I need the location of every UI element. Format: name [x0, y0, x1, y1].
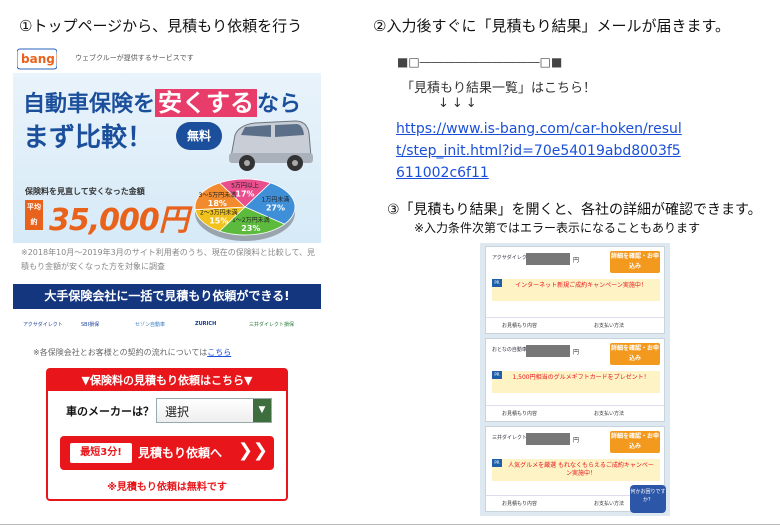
pr-badge: PR: [492, 459, 502, 467]
quote-request-button[interactable]: 最短3分! 見積もり依頼へ ❯❯: [60, 436, 274, 470]
promo-text: インターネット新規ご成約キャンペーン実施中！: [515, 282, 647, 289]
free-note: ※見積もり依頼は無料です: [107, 482, 227, 493]
card-links: お見積もり内容 お支払い方法: [486, 317, 664, 333]
average-saving-amount: 35,000円: [49, 203, 189, 238]
quote-details-link[interactable]: お見積もり内容: [502, 410, 537, 417]
promo-box: PR 1,500円相当のグルメギフトカードをプレゼント！: [492, 371, 660, 393]
price-unit: 円: [573, 349, 580, 356]
maker-select-value: 選択: [165, 405, 190, 419]
contract-link[interactable]: こちら: [207, 348, 231, 357]
price-unit: 円: [573, 257, 580, 264]
chevron-down-icon[interactable]: ▼: [253, 399, 271, 422]
maker-select[interactable]: 選択 ▼: [156, 398, 272, 423]
step3-caption: ③「見積もり結果」を開くと、各社の詳細が確認できます。: [387, 202, 762, 218]
step1-caption: ①トップページから、見積もり依頼を行う: [19, 17, 303, 35]
bottom-divider: [0, 524, 780, 525]
top-page-screenshot: bang! ウェブクルーが提供するサービスです 自動車保険を 安くする なら まず比…: [13, 43, 321, 505]
price-redacted: [526, 253, 570, 265]
payment-method-link[interactable]: お支払い方法: [594, 322, 624, 329]
pie-slice-percent: 27%: [266, 204, 285, 213]
pie-slice-label: 3〜5万円未満: [199, 191, 237, 199]
bang-logo[interactable]: bang!: [17, 47, 57, 71]
insurer-logos: アクサダイレクト SBI損保 セゾン自動車 ZURICH 三井ダイレクト損保: [23, 321, 313, 337]
details-apply-button[interactable]: 詳細を確認・お申込み: [610, 431, 660, 453]
card-links: お見積もり内容 お支払い方法: [486, 405, 664, 421]
details-apply-button[interactable]: 詳細を確認・お申込み: [610, 251, 660, 273]
site-header: bang! ウェブクルーが提供するサービスです: [13, 43, 321, 73]
free-badge: 無料: [176, 122, 222, 150]
results-screenshot: アクサダイレクト 円 詳細を確認・お申込み PR インターネット新規ご成約キャン…: [480, 243, 670, 516]
survey-note: ※2018年10月〜2019年3月のサイト利用者のうち、現在の保険料と比較して、…: [21, 248, 316, 271]
quote-card: おとなの自動車保険 円 詳細を確認・お申込み PR 1,500円相当のグルメギフ…: [485, 338, 665, 422]
saving-pie-chart: 5万円以上17% 1万円未満27% 1〜2万円未満23%2〜3万円未満15% 3〜5万…: [194, 178, 296, 241]
pie-slice-label: 5万円以上: [231, 182, 259, 190]
pie-slice-label: 2〜3万円未満: [200, 208, 238, 216]
down-arrows: ↓↓↓: [438, 96, 480, 111]
hero-prefix: 自動車保険を: [23, 92, 156, 117]
fastest-badge: 最短3分!: [70, 443, 132, 463]
pie-slice-percent: 23%: [241, 224, 260, 233]
form-header: ▼保険料の見積もり依頼はこちら▼: [48, 370, 286, 391]
promo-text: 1,500円相当のグルメギフトカードをプレゼント！: [512, 374, 650, 381]
promo-box: PR インターネット新規ご成約キャンペーン実施中！: [492, 279, 660, 301]
contract-note: ※各保険会社とお客様との契約の流れについてはこちら: [33, 347, 231, 358]
price-redacted: [526, 433, 570, 445]
contract-note-text: ※各保険会社とお客様との契約の流れについては: [33, 348, 208, 357]
pie-slice-label: 1〜2万円未満: [232, 216, 270, 224]
price-unit: 円: [573, 437, 580, 444]
pr-badge: PR: [492, 279, 502, 287]
minivan-image: [229, 120, 313, 171]
request-button-label: 見積もり依頼へ: [138, 446, 223, 460]
quote-details-link[interactable]: お見積もり内容: [502, 322, 537, 329]
average-badge: 平均約: [25, 200, 43, 230]
payment-method-link[interactable]: お支払い方法: [594, 410, 624, 417]
pie-slice-percent: 18%: [208, 199, 227, 208]
pie-slice-label: 1万円未満: [262, 196, 290, 204]
result-url-link[interactable]: https://www.is-bang.com/car-hoken/result…: [396, 118, 686, 184]
pr-badge: PR: [492, 371, 502, 379]
bulk-request-banner: 大手保険会社に一括で見積もり依頼ができる!: [13, 284, 321, 309]
payment-method-link[interactable]: お支払い方法: [594, 500, 624, 507]
quote-request-form: ▼保険料の見積もり依頼はこちら▼ 車のメーカーは？ 選択 ▼ 最短3分! 見積も…: [46, 368, 288, 501]
insurer-logo: 三井ダイレクト損保: [249, 322, 295, 328]
hero-subheadline: まず比較！: [23, 123, 154, 153]
hero-banner: 自動車保険を 安くする なら まず比較！ 無料 保険料を見直して安くなった金額 平均…: [13, 73, 321, 243]
details-apply-button[interactable]: 詳細を確認・お申込み: [610, 343, 660, 365]
price-redacted: [526, 345, 570, 357]
site-tagline: ウェブクルーが提供するサービスです: [75, 54, 194, 62]
maker-label: 車のメーカーは？: [66, 405, 154, 418]
insurer-logo: SBI損保: [81, 322, 100, 328]
double-chevron-right-icon: ❯❯: [237, 440, 268, 461]
quote-card: アクサダイレクト 円 詳細を確認・お申込み PR インターネット新規ご成約キャン…: [485, 246, 665, 334]
promo-box: PR 人気グルメを厳選 もれなくもらえるご成約キャンペーン実施中！: [492, 459, 660, 481]
quote-details-link[interactable]: お見積もり内容: [502, 500, 537, 507]
email-result-list-text: 「見積もり結果一覧」はこちら！: [401, 81, 597, 96]
pie-slice-percent: 17%: [235, 190, 254, 199]
insurer-logo: アクサダイレクト: [23, 322, 63, 328]
step3-note: ※入力条件次第ではエラー表示になることもあります: [414, 221, 701, 235]
step2-caption: ②入力後すぐに「見積もり結果」メールが届きます。: [373, 17, 730, 35]
email-decoration: ■□――――――――――□■: [397, 55, 563, 69]
promo-text: 人気グルメを厳選 もれなくもらえるご成約キャンペーン実施中！: [508, 462, 654, 477]
pie-slice-percent: 15%: [209, 216, 228, 225]
insurer-logo: ZURICH: [195, 321, 217, 327]
chat-help-button[interactable]: 何かお困りですか？: [630, 485, 666, 513]
insurer-logo: セゾン自動車: [135, 322, 166, 328]
logo-text: bang!: [21, 52, 57, 66]
